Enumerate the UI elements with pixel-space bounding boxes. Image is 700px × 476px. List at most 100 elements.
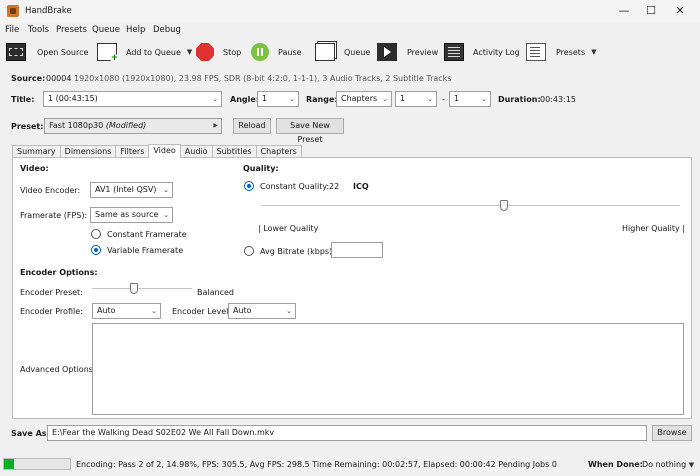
source-name: 00004: [46, 74, 72, 83]
avg-bitrate-label: Avg Bitrate (kbps):: [260, 247, 335, 256]
pause-icon: [251, 43, 269, 61]
quality-section-heading: Quality:: [243, 164, 279, 173]
pause-label: Pause: [278, 47, 302, 57]
chevron-down-icon: ▼: [688, 461, 695, 469]
preview-label: Preview: [407, 47, 439, 57]
encoder-profile-select[interactable]: Auto ⌄: [92, 303, 161, 319]
when-done-value: Do nothing: [642, 460, 687, 469]
constant-quality-value: 22: [329, 182, 340, 191]
constant-quality-radio[interactable]: [244, 181, 254, 191]
activity-log-icon: [444, 43, 464, 61]
encoder-level-label: Encoder Level:: [172, 307, 232, 316]
framerate-label: Framerate (FPS):: [20, 211, 88, 220]
when-done-label: When Done:: [588, 460, 643, 469]
save-as-label: Save As:: [11, 429, 50, 438]
framerate-value: Same as source: [95, 210, 159, 219]
video-section-heading: Video:: [20, 164, 49, 173]
queue-icon: [315, 43, 335, 61]
pause-button[interactable]: Pause: [251, 42, 302, 62]
constant-framerate-radio[interactable]: [91, 229, 101, 239]
title-select-value: 1 (00:43:15): [48, 94, 98, 103]
constant-quality-unit: ICQ: [353, 182, 369, 191]
variable-framerate-label: Variable Framerate: [107, 246, 184, 255]
video-encoder-label: Video Encoder:: [20, 186, 81, 195]
chevron-down-icon: ⌄: [481, 95, 487, 103]
activity-log-button[interactable]: Activity Log: [444, 42, 520, 62]
preset-modified: (Modified): [105, 121, 147, 130]
encode-progress-fill: [4, 459, 14, 469]
stop-button[interactable]: Stop: [196, 42, 241, 62]
quality-slider-thumb[interactable]: [500, 200, 509, 211]
encoder-preset-label: Encoder Preset:: [20, 288, 83, 297]
range-start-value: 1: [400, 94, 406, 103]
menu-file[interactable]: File: [5, 25, 19, 35]
window-title: HandBrake: [25, 6, 72, 16]
title-select[interactable]: 1 (00:43:15) ⌄: [43, 91, 222, 107]
avg-bitrate-radio[interactable]: [244, 246, 254, 256]
duration-label: Duration:: [498, 95, 541, 104]
reload-button[interactable]: Reload: [233, 118, 271, 134]
chevron-right-icon: ▶: [213, 122, 218, 129]
angle-select-value: 1: [262, 94, 268, 103]
range-separator: -: [442, 95, 445, 104]
when-done-select[interactable]: Do nothing ▼: [642, 460, 694, 469]
browse-button[interactable]: Browse: [652, 425, 692, 441]
presets-button[interactable]: Presets ▼: [526, 42, 597, 62]
encoder-profile-value: Auto: [97, 306, 116, 315]
maximize-icon[interactable]: ☐: [638, 3, 664, 19]
presets-label: Presets: [556, 47, 586, 57]
save-as-path-input[interactable]: E:\Fear the Walking Dead S02E02 We All F…: [47, 425, 647, 441]
chevron-down-icon[interactable]: ▼: [591, 48, 596, 56]
source-info: 1920x1080 (1920x1080), 23.98 FPS, SDR (8…: [74, 74, 452, 83]
queue-label: Queue: [344, 47, 371, 57]
range-start-select[interactable]: 1 ⌄: [395, 91, 437, 107]
lower-quality-label: | Lower Quality: [258, 224, 319, 233]
queue-button[interactable]: Queue: [315, 42, 370, 62]
variable-framerate-radio[interactable]: [91, 245, 101, 255]
save-new-preset-button[interactable]: Save New Preset: [276, 118, 344, 144]
encoder-profile-label: Encoder Profile:: [20, 307, 83, 316]
menu-presets[interactable]: Presets: [56, 25, 87, 35]
chevron-down-icon[interactable]: ▼: [187, 48, 192, 56]
video-encoder-value: AV1 (Intel QSV): [95, 185, 157, 194]
open-source-button[interactable]: Open Source: [6, 42, 88, 62]
chevron-down-icon: ⌄: [289, 95, 295, 103]
preview-button[interactable]: Preview: [377, 42, 438, 62]
range-end-value: 1: [454, 94, 460, 103]
open-source-label: Open Source: [37, 47, 89, 57]
quality-slider-track: [262, 205, 680, 206]
chevron-down-icon: ⌄: [382, 95, 388, 103]
close-icon[interactable]: ✕: [667, 3, 693, 19]
encoder-level-select[interactable]: Auto ⌄: [228, 303, 296, 319]
range-type-select[interactable]: Chapters ⌄: [336, 91, 392, 107]
encode-progress-bar: [3, 458, 71, 470]
chevron-down-icon: ⌄: [427, 95, 433, 103]
preset-label: Preset:: [11, 122, 44, 131]
angle-select[interactable]: 1 ⌄: [257, 91, 299, 107]
encoder-preset-slider-thumb[interactable]: [130, 283, 138, 294]
tab-video[interactable]: Video: [148, 144, 181, 158]
title-bar: [0, 0, 700, 22]
range-end-select[interactable]: 1 ⌄: [449, 91, 491, 107]
minimize-icon[interactable]: —: [611, 3, 637, 19]
avg-bitrate-input[interactable]: [331, 242, 383, 258]
menu-debug[interactable]: Debug: [153, 25, 181, 35]
source-label: Source:: [11, 74, 46, 83]
advanced-options-textarea[interactable]: [92, 323, 684, 415]
range-label: Range:: [306, 95, 338, 104]
preset-select[interactable]: Fast 1080p30 (Modified) ▶: [44, 118, 222, 134]
add-to-queue-button[interactable]: Add to Queue ▼: [97, 42, 192, 63]
menu-help[interactable]: Help: [126, 25, 145, 35]
range-type-value: Chapters: [341, 94, 378, 103]
framerate-select[interactable]: Same as source ⌄: [90, 207, 173, 223]
menu-queue[interactable]: Queue: [92, 25, 120, 35]
chevron-down-icon: ⌄: [286, 307, 292, 315]
preset-value: Fast 1080p30: [49, 121, 104, 130]
menu-tools[interactable]: Tools: [28, 25, 49, 35]
higher-quality-label: Higher Quality |: [622, 224, 685, 233]
constant-quality-label: Constant Quality:: [260, 182, 330, 191]
video-encoder-select[interactable]: AV1 (Intel QSV) ⌄: [90, 182, 173, 198]
activity-log-label: Activity Log: [473, 47, 520, 57]
encoder-options-heading: Encoder Options:: [20, 268, 98, 277]
constant-framerate-label: Constant Framerate: [107, 230, 187, 239]
